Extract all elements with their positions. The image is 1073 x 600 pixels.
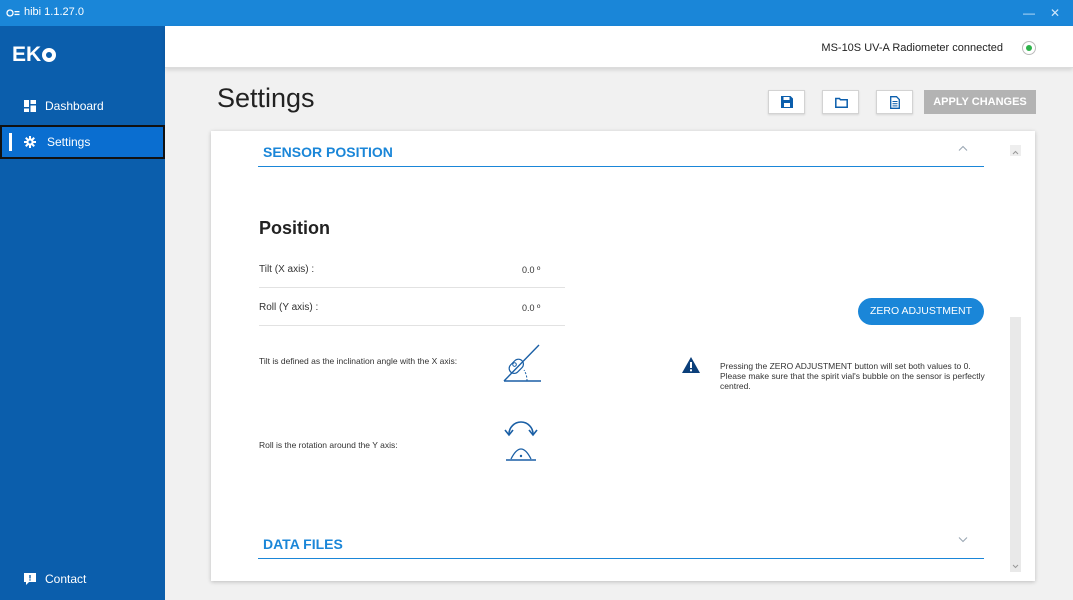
data-files-section-header[interactable]: DATA FILES [258,523,984,559]
save-button[interactable] [768,90,805,114]
sidebar: EK Dashboard Settings Contact [0,26,165,600]
roll-value: 0.0 º [522,303,541,313]
roll-description: Roll is the rotation around the Y axis: [259,440,398,450]
folder-icon [835,97,848,108]
sidebar-item-label: Settings [47,135,91,149]
document-icon [890,96,900,109]
connection-status-text: MS-10S UV-A Radiometer connected [821,42,1003,54]
divider [259,287,565,288]
tilt-label: Tilt (X axis) : [259,264,315,275]
window-titlebar: hibi 1.1.27.0 — ✕ [0,0,1073,26]
connection-status-indicator [1022,41,1036,55]
settings-card: SENSOR POSITION Position Tilt (X axis) :… [211,131,1035,581]
sidebar-item-contact[interactable]: Contact [0,562,165,596]
position-heading: Position [259,218,330,238]
section-title: SENSOR POSITION [263,144,393,160]
roll-diagram-icon [504,421,538,461]
apply-changes-button[interactable]: APPLY CHANGES [924,90,1036,114]
roll-label: Roll (Y axis) : [259,302,319,313]
chevron-up-icon [958,145,968,151]
section-title: DATA FILES [263,536,343,552]
scroll-down-button[interactable] [1010,559,1021,570]
chat-icon [24,573,36,585]
sensor-position-section-header[interactable]: SENSOR POSITION [258,131,984,167]
divider [259,325,565,326]
sidebar-item-label: Dashboard [45,99,104,113]
dashboard-icon [24,100,36,112]
scroll-down-arrow-icon [1012,564,1019,569]
minimize-button[interactable]: — [1020,4,1038,22]
eko-logo: EK [12,43,57,67]
vertical-scrollbar[interactable] [1010,317,1021,572]
app-icon [6,9,20,17]
open-folder-button[interactable] [822,90,859,114]
tilt-description: Tilt is defined as the inclination angle… [259,356,458,366]
gear-icon [24,136,36,148]
chevron-down-icon [958,537,968,543]
sidebar-item-settings[interactable]: Settings [0,125,165,159]
save-icon [781,96,793,108]
report-button[interactable] [876,90,913,114]
sidebar-item-label: Contact [45,572,87,586]
active-indicator [9,133,12,151]
zero-adjustment-button[interactable]: ZERO ADJUSTMENT [858,298,984,325]
tilt-diagram-icon [503,344,541,382]
page-title: Settings [217,83,315,113]
scroll-up-button[interactable] [1010,145,1021,156]
warning-text: Pressing the ZERO ADJUSTMENT button will… [720,361,985,391]
scroll-up-arrow-icon [1012,150,1019,155]
close-button[interactable]: ✕ [1046,4,1064,22]
top-header: MS-10S UV-A Radiometer connected [165,26,1073,68]
window-title: hibi 1.1.27.0 [24,6,84,18]
warning-icon [682,357,700,373]
sidebar-item-dashboard[interactable]: Dashboard [0,89,165,123]
tilt-value: 0.0 º [522,265,541,275]
